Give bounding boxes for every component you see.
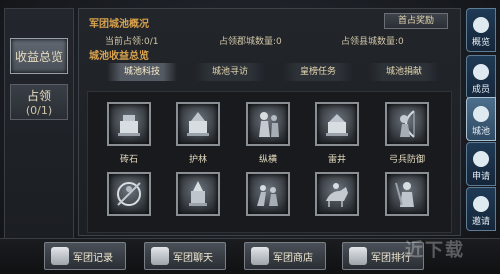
archer-defense-icon [400,110,415,138]
members-icon [473,64,489,80]
legion-record-button[interactable]: 军团记录 [44,242,126,270]
tech-cell-9[interactable] [315,172,359,216]
war-drum-icon [189,181,207,206]
tech-grid: 砖石 护林 纵横 雷井 弓兵防御 [87,91,452,233]
section-title-income: 城池收益总览 [89,51,149,62]
chat-icon [151,247,169,265]
right-tab-invite[interactable]: 邀请 [466,187,496,231]
right-tab-members[interactable]: 成员 [466,55,496,99]
tab-city-tech[interactable]: 城池科技 [107,63,177,81]
tech-cell-forest[interactable] [176,102,220,146]
forest-guard-icon [187,112,209,136]
flag-icon [51,247,69,265]
strategist-icon [259,112,279,137]
horse-rider-icon [326,183,348,207]
cavalry-icon [117,182,141,206]
right-tab-invite-label: 邀请 [471,217,490,227]
tab-occupy-label: 占领 [26,89,51,103]
thunder-well-icon [326,114,348,136]
tech-label-thunder: 雷井 [327,155,346,165]
overview-icon [473,17,489,33]
shop-icon [251,247,269,265]
legion-chat-label: 军团聊天 [173,252,213,264]
tech-label-strategy: 纵横 [258,155,277,165]
right-tab-city-label: 城池 [471,127,490,137]
main-panel: 军团城池概况 首占奖励 当前占领:0/1 占领郡城数量:0 占领县城数量:0 城… [78,8,461,236]
right-tab-apply[interactable]: 申请 [466,142,496,186]
watermark: 近下载 [405,240,465,261]
right-tab-overview-label: 概览 [471,38,490,48]
right-tab-members-label: 成员 [471,85,490,95]
tech-label-forest: 护林 [188,155,207,165]
tech-label-archer: 弓兵防御 [388,155,425,165]
brick-stone-icon [118,115,140,136]
city-icon [473,106,489,122]
apply-icon [473,151,489,167]
right-tab-city[interactable]: 城池 [466,97,496,141]
tab-imperial-task[interactable]: 皇榜任务 [283,63,353,81]
tech-cell-thunder[interactable] [315,102,359,146]
current-occupy-text: 当前占领:0/1 [105,37,159,47]
tech-cell-7[interactable] [176,172,220,216]
tab-occupy[interactable]: 占领 (0/1) [10,84,68,120]
section-title-overview: 军团城池概况 [89,19,149,30]
tab-city-visit[interactable]: 城池寻访 [195,63,265,81]
tab-city-donate[interactable]: 城池捐献 [369,63,439,81]
income-tabs: 城池科技 城池寻访 皇榜任务 城池捐献 [87,63,447,83]
ranking-icon [349,247,367,265]
legion-shop-label: 军团商店 [273,252,313,264]
tech-cell-archer[interactable] [385,102,429,146]
right-tab-overview[interactable]: 概览 [466,8,496,52]
tab-income-overview[interactable]: 收益总览 [10,38,68,74]
invite-icon [473,196,489,212]
county-count-text: 占领郡城数量:0 [219,37,282,47]
legion-shop-button[interactable]: 军团商店 [244,242,326,270]
tech-cell-strategy[interactable] [246,102,290,146]
tech-cell-6[interactable] [107,172,151,216]
soldier-icon [395,182,414,207]
tech-cell-brick[interactable] [107,102,151,146]
tab-occupy-count: (0/1) [25,104,53,117]
town-count-text: 占领县城数量:0 [341,37,404,47]
legion-record-label: 军团记录 [73,252,113,264]
infantry-icon [257,185,278,206]
tab-income-overview-label: 收益总览 [14,49,63,64]
first-reward-button[interactable]: 首占奖励 [384,13,448,29]
tech-cell-8[interactable] [246,172,290,216]
tech-cell-10[interactable] [385,172,429,216]
tech-label-brick: 砖石 [119,155,138,165]
legion-chat-button[interactable]: 军团聊天 [144,242,226,270]
right-tab-apply-label: 申请 [471,172,490,182]
